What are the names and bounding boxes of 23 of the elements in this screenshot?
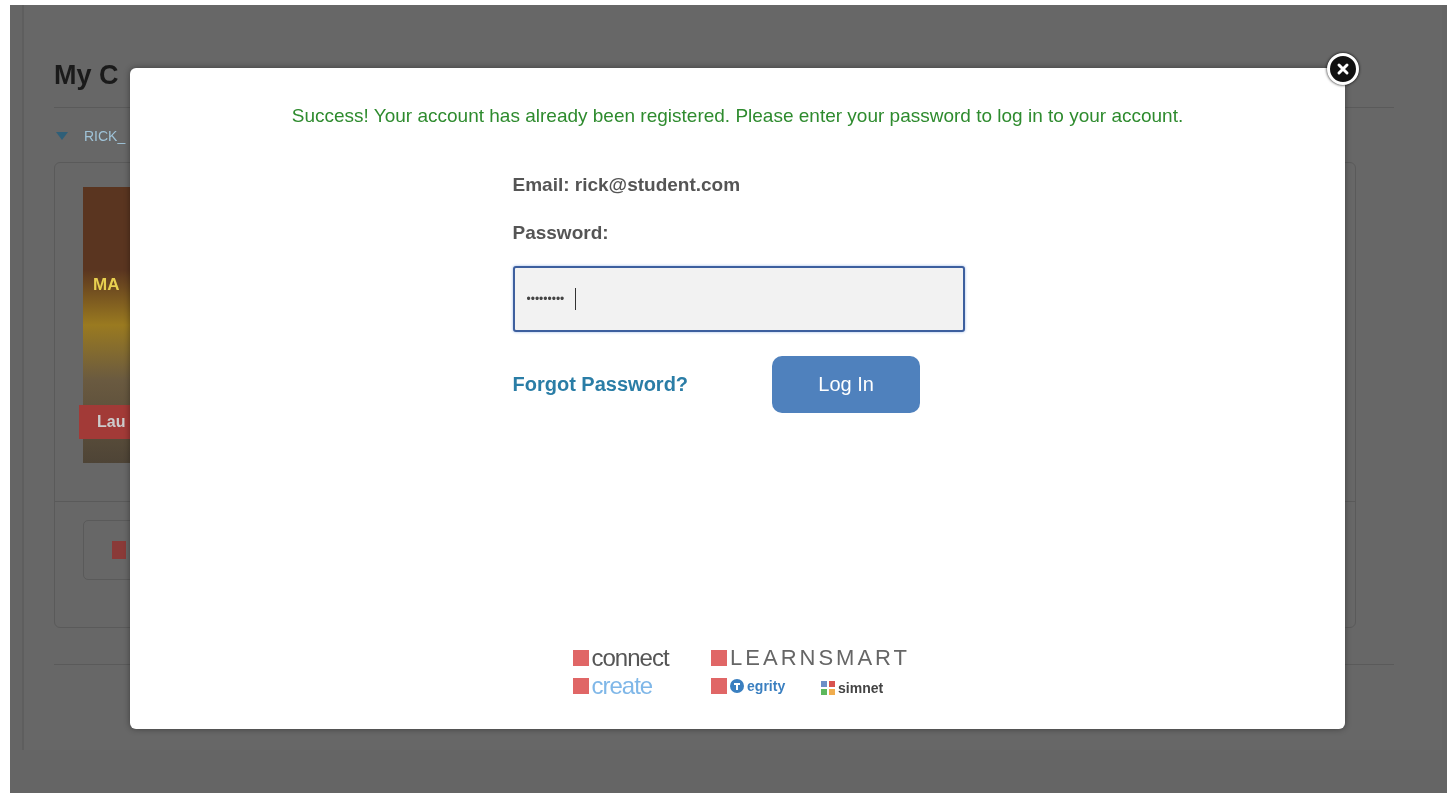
brand-name: connect (591, 645, 669, 671)
success-message: Success! Your account has already been registered. Please enter your password to log in to your account. (291, 105, 1184, 127)
brand-name: create (591, 673, 653, 699)
squares-icon (821, 681, 836, 695)
cover-title: MA (93, 275, 120, 295)
section-label[interactable]: RICK_ (84, 128, 126, 144)
close-icon (1335, 61, 1351, 77)
email-label: Email: rick@student.com (512, 174, 742, 196)
logo-icon (711, 678, 728, 694)
text-cursor (574, 288, 576, 310)
logo-icon (572, 650, 589, 666)
login-button[interactable]: Log In (772, 356, 921, 413)
brand-name: simnet (838, 679, 884, 698)
circle-t-icon (730, 679, 745, 693)
logo-icon (711, 650, 728, 666)
forgot-password-link[interactable]: Forgot Password? (512, 373, 689, 396)
logo-icon (112, 541, 126, 559)
logo-icon (572, 678, 589, 694)
brand-name: egrity (747, 677, 786, 696)
password-field[interactable]: ••••••••• (512, 266, 965, 332)
password-label: Password: (512, 222, 610, 244)
brand-name: LEARNSMART (730, 645, 910, 671)
page-heading: My C (54, 60, 120, 91)
